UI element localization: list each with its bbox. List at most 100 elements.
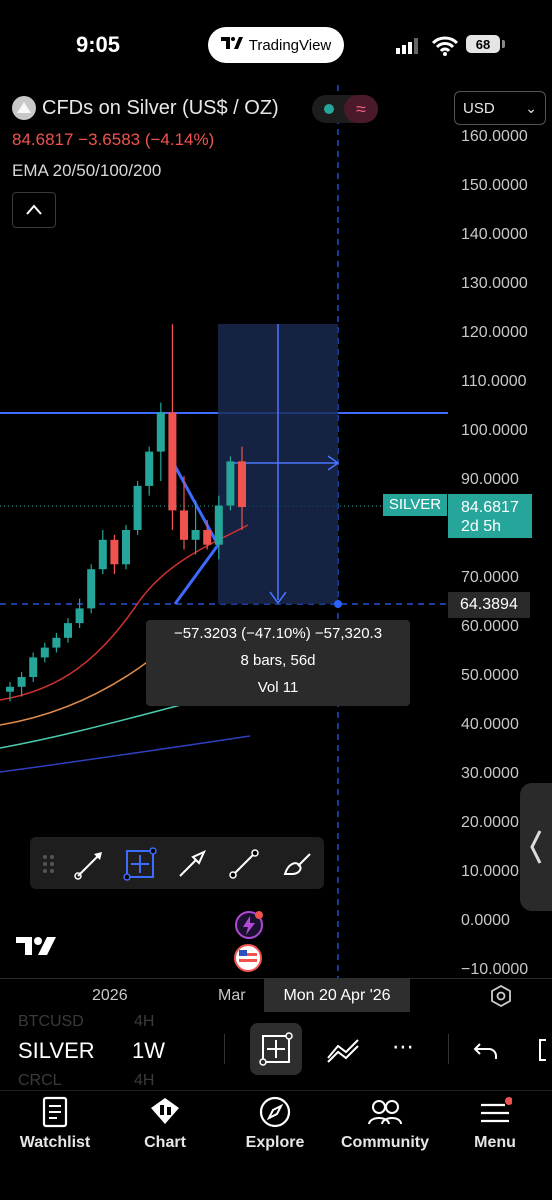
interval-selector[interactable]: 1W — [132, 1038, 165, 1064]
price-axis-tick: −10.0000 — [461, 961, 529, 978]
candle-body — [156, 412, 165, 452]
current-symbol-tag: SILVER — [383, 494, 447, 516]
candle-body — [180, 510, 188, 540]
collapse-legend-button[interactable] — [12, 192, 56, 228]
price-axis-tick: 90.0000 — [461, 471, 519, 488]
currency-value: USD — [463, 99, 495, 117]
measure-volume: Vol 11 — [257, 679, 299, 696]
chart-icon — [151, 1098, 179, 1124]
nav-label: Menu — [474, 1134, 516, 1151]
candle-body — [6, 686, 14, 692]
price-axis-tick: 110.0000 — [461, 373, 527, 390]
candle-body — [214, 505, 223, 545]
candle-body — [226, 461, 235, 506]
ema-100-line — [0, 699, 201, 749]
toolbar-separator — [224, 1034, 225, 1064]
crosshair-date-tag: Mon 20 Apr '26 — [264, 978, 410, 1012]
crosshair-dot — [334, 600, 342, 608]
menu-icon — [481, 1097, 512, 1123]
candle-body — [145, 451, 154, 486]
candle-body — [191, 530, 200, 540]
arrow-marker-tool-icon[interactable] — [174, 846, 210, 882]
brush-tool-icon[interactable] — [280, 846, 316, 882]
candle-body — [64, 623, 72, 638]
price-axis-tick: 140.0000 — [461, 226, 528, 243]
price-axis-tick: 20.0000 — [461, 814, 519, 831]
arrow-line-tool-icon[interactable] — [72, 846, 108, 882]
watchlist-icon — [42, 1096, 68, 1128]
nav-label: Watchlist — [19, 1134, 91, 1151]
ghost-symbol-below: CRCL — [18, 1072, 62, 1089]
more-options-icon[interactable]: ⋯ — [392, 1034, 414, 1060]
price-axis-tick: 0.0000 — [461, 912, 510, 929]
nav-divider — [0, 1090, 552, 1091]
candle-body — [87, 569, 96, 609]
nav-label: Community — [341, 1134, 429, 1151]
candle-body — [98, 539, 107, 570]
price-axis-tick: 40.0000 — [461, 716, 519, 733]
toolbar-separator — [448, 1034, 449, 1064]
candle-body — [17, 677, 26, 687]
candle-body — [133, 485, 142, 530]
candle-body — [40, 647, 49, 658]
price-axis-tick: 50.0000 — [461, 667, 519, 684]
ema-200-line — [0, 735, 251, 773]
drag-handle-icon[interactable] — [34, 846, 70, 882]
indicator-label[interactable]: EMA 20/50/100/200 — [12, 161, 161, 181]
measure-change: −57.3203 (−47.10%) −57,320.3 — [173, 625, 383, 642]
community-icon — [368, 1100, 402, 1125]
price-change: 84.6817 −3.6583 (−4.14%) — [12, 130, 215, 149]
ghost-interval-below: 4H — [134, 1072, 155, 1089]
indicators-button-icon[interactable] — [326, 1036, 360, 1069]
current-price-tag: 84.6817 2d 5h — [448, 494, 532, 538]
current-price-value: 84.6817 — [461, 499, 519, 516]
symbol-title[interactable]: CFDs on Silver (US$ / OZ) — [42, 97, 279, 120]
chevron-down-icon: ⌄ — [525, 99, 537, 116]
price-axis-tick: 130.0000 — [461, 275, 528, 292]
symbol-selector[interactable]: SILVER — [18, 1038, 95, 1064]
tradingview-watermark-icon — [16, 934, 58, 963]
candle-body — [122, 530, 130, 565]
nav-label: Explore — [245, 1134, 305, 1151]
ghost-interval-above: 4H — [134, 1013, 155, 1030]
currency-select[interactable]: USD ⌄ — [454, 91, 546, 125]
fullscreen-icon[interactable] — [534, 1036, 552, 1069]
price-axis-tick: 100.0000 — [461, 422, 528, 439]
measure-tooltip: −57.3203 (−47.10%) −57,320.3 8 bars, 56d… — [146, 620, 410, 706]
lightning-event-icon[interactable] — [234, 910, 264, 945]
candle-body — [168, 412, 177, 511]
candle-body — [238, 461, 246, 508]
price-axis-tick: 150.0000 — [461, 177, 528, 194]
measure-tool-icon[interactable] — [122, 846, 158, 882]
candle-body — [110, 539, 119, 565]
candle-body — [203, 530, 212, 545]
compass-icon — [259, 1096, 291, 1128]
chevron-up-icon — [26, 204, 42, 215]
symbol-logo-icon — [12, 96, 36, 120]
price-axis-tick: 120.0000 — [461, 324, 528, 341]
market-open-dot-icon — [324, 104, 334, 114]
ghost-symbol-above: BTCUSD — [18, 1013, 84, 1030]
candle-body — [52, 637, 61, 648]
measure-bars: 8 bars, 56d — [240, 652, 316, 669]
candle-body — [75, 608, 84, 624]
price-axis-tick: 70.0000 — [461, 569, 519, 586]
candle-body — [29, 657, 38, 677]
price-axis-tick: 30.0000 — [461, 765, 519, 782]
time-label-year: 2026 — [92, 987, 128, 1004]
undo-icon[interactable] — [472, 1036, 500, 1069]
us-flag-event-icon[interactable] — [233, 943, 263, 978]
side-panel-handle[interactable] — [520, 783, 552, 911]
crosshair-price-tag: 64.3894 — [448, 592, 530, 618]
price-axis-tick: 10.0000 — [461, 863, 519, 880]
bar-countdown: 2d 5h — [461, 518, 502, 535]
drawing-tools-button[interactable] — [250, 1023, 302, 1075]
trend-line-tool-icon[interactable] — [226, 846, 262, 882]
time-label-month: Mar — [218, 987, 246, 1004]
wave-icon[interactable]: ≈ — [344, 95, 378, 123]
measure-tool-icon — [259, 1032, 293, 1066]
nav-label: Chart — [144, 1134, 186, 1151]
chart-settings-icon[interactable] — [490, 984, 512, 1013]
price-axis-tick: 60.0000 — [461, 618, 519, 635]
chevron-left-icon — [530, 830, 542, 864]
